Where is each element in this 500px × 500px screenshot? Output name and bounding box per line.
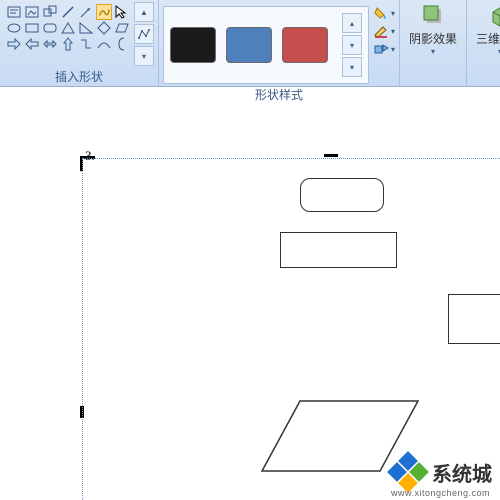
edit-points-icon[interactable] — [134, 24, 154, 44]
shape-uarrow-icon[interactable] — [60, 36, 76, 52]
style-swatch-3[interactable] — [282, 27, 328, 63]
shape-rtriangle-icon[interactable] — [78, 20, 94, 36]
watermark-logo-icon — [390, 454, 426, 490]
guide-horizontal — [82, 158, 500, 159]
gallery-row-up-button[interactable]: ▲ — [134, 2, 154, 22]
style-gallery[interactable]: ▴ ▾ ▾ — [163, 6, 369, 84]
shape-rarrow-icon[interactable] — [6, 36, 22, 52]
shape-arrow-line-icon[interactable] — [78, 4, 94, 20]
style-gallery-up[interactable]: ▴ — [342, 13, 362, 33]
shape-freeform-icon[interactable] — [96, 4, 112, 20]
shape-connector-icon[interactable] — [78, 36, 94, 52]
shape-outline-button[interactable]: ▾ — [373, 24, 395, 38]
shape-group-icon[interactable] — [42, 4, 58, 20]
group-shadow: 阴影效果 ▾ — [400, 0, 467, 86]
watermark: 系统城 — [390, 454, 492, 490]
group-insert-shapes: ▲ ▾ 插入形状 — [0, 0, 159, 86]
shadow-effects-button[interactable]: 阴影效果 ▾ — [404, 2, 462, 56]
shape-roundrect-icon[interactable] — [42, 20, 58, 36]
shape-diamond-icon[interactable] — [96, 20, 112, 36]
cursor-icon — [114, 4, 130, 20]
shape-textbox-icon[interactable] — [6, 4, 22, 20]
shape-rectangle-1[interactable] — [280, 232, 397, 268]
shape-fill-button[interactable]: ▾ — [373, 6, 395, 20]
shape-rounded-rectangle[interactable] — [300, 178, 384, 212]
guide-vertical — [82, 158, 83, 500]
gallery-side-buttons: ▲ ▾ — [134, 2, 154, 66]
shapes-gallery[interactable] — [4, 2, 132, 66]
group-label-insert: 插入形状 — [4, 66, 154, 87]
gallery-more-button[interactable]: ▾ — [134, 46, 154, 66]
document-canvas[interactable]: 3. — [0, 86, 500, 500]
shape-ellipse-icon[interactable] — [6, 20, 22, 36]
group-3d: 三维效果 ▾ — [467, 0, 500, 86]
shadow-label: 阴影效果 — [409, 30, 457, 47]
style-gallery-more[interactable]: ▾ — [342, 57, 362, 77]
watermark-brand: 系统城 — [432, 458, 492, 487]
style-options: ▾ ▾ ▾ — [373, 6, 395, 56]
shape-curve-icon[interactable] — [96, 36, 112, 52]
shape-lrarrow-icon[interactable] — [42, 36, 58, 52]
shape-parallelogram-icon[interactable] — [114, 20, 130, 36]
shape-image-icon[interactable] — [24, 4, 40, 20]
shape-larrow-icon[interactable] — [24, 36, 40, 52]
style-swatch-2[interactable] — [226, 27, 272, 63]
change-shape-button[interactable]: ▾ — [373, 42, 395, 56]
shape-rectangle-2[interactable] — [448, 294, 500, 344]
three-d-effects-button[interactable]: 三维效果 ▾ — [471, 2, 500, 56]
ribbon: ▲ ▾ 插入形状 ▴ ▾ ▾ ▾ — [0, 0, 500, 87]
text-boundary-tick — [324, 154, 338, 157]
three-d-label: 三维效果 — [476, 30, 500, 47]
style-gallery-down[interactable]: ▾ — [342, 35, 362, 55]
shape-line-icon[interactable] — [60, 4, 76, 20]
group-label-styles: 形状样式 — [163, 84, 395, 105]
watermark-url: www.xitongcheng.com — [391, 488, 490, 498]
group-shape-styles: ▴ ▾ ▾ ▾ ▾ ▾ 形状样式 — [159, 0, 400, 86]
shape-bracket-icon[interactable] — [114, 36, 130, 52]
style-swatch-1[interactable] — [170, 27, 216, 63]
shape-rect-icon[interactable] — [24, 20, 40, 36]
shape-triangle-icon[interactable] — [60, 20, 76, 36]
